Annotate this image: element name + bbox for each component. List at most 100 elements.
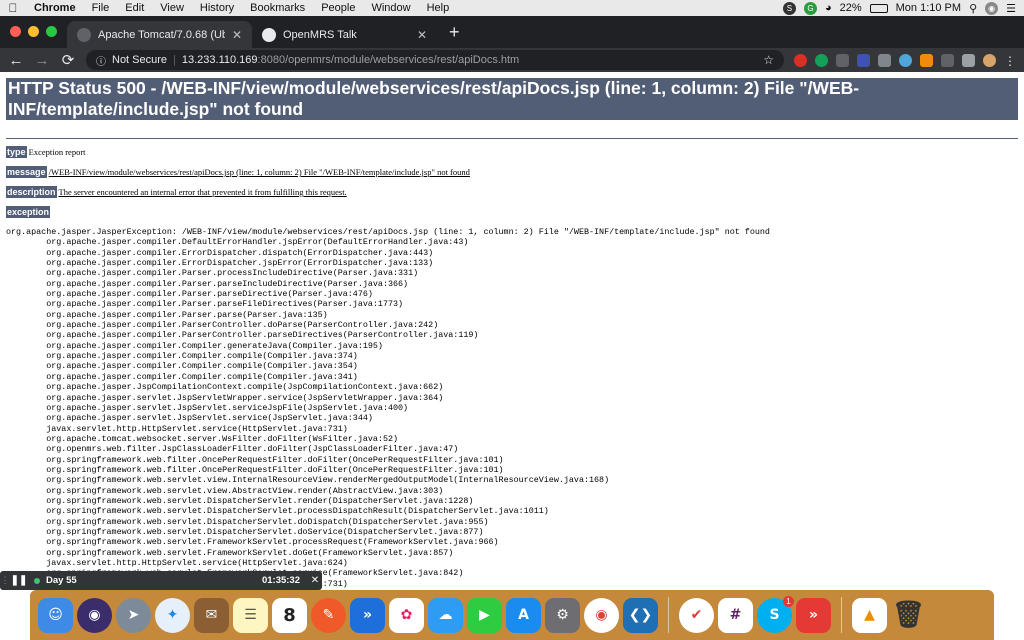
skype-dock-item[interactable]: S 1 [757, 595, 794, 633]
photos-icon[interactable]: ✿ [389, 597, 424, 633]
dock-separator [841, 597, 842, 633]
wifi-icon[interactable]: ◕ [825, 2, 832, 14]
address-divider: | [173, 54, 176, 66]
page-title: HTTP Status 500 - /WEB-INF/view/module/w… [6, 78, 1018, 120]
dock-separator [668, 597, 669, 633]
screenshot-extension-icon[interactable] [962, 53, 975, 67]
profile-avatar[interactable] [983, 53, 996, 67]
description-row: description The server encountered an in… [6, 186, 1018, 198]
chrome-icon[interactable]: ◉ [584, 597, 619, 633]
forward-arrow-icon[interactable]: → [34, 52, 50, 69]
vlc-document-icon[interactable]: ▲ [852, 597, 887, 633]
safari-icon[interactable]: ✦ [155, 597, 190, 633]
close-tab-icon[interactable]: ✕ [417, 28, 427, 42]
spotlight-search-icon[interactable]: ⚲ [969, 2, 977, 15]
page-content: HTTP Status 500 - /WEB-INF/view/module/w… [0, 72, 1024, 590]
close-icon[interactable]: ✕ [308, 575, 322, 586]
timer-elapsed: 01:35:32 [261, 575, 300, 586]
slack-icon[interactable]: # [718, 597, 753, 633]
exception-row: exception [6, 206, 1018, 218]
pen-app-icon[interactable]: ✎ [311, 597, 346, 633]
menu-file[interactable]: File [84, 0, 118, 16]
security-label[interactable]: Not Secure [112, 54, 167, 66]
messages-icon[interactable]: ☁ [428, 597, 463, 633]
type-label: type [6, 146, 27, 158]
vscode-icon[interactable]: ❮❯ [623, 597, 658, 633]
url-path: :8080/openmrs/module/webservices/rest/ap… [257, 54, 520, 66]
chrome-tab-strip: Apache Tomcat/7.0.68 (Ubuntu ✕ OpenMRS T… [0, 16, 1024, 48]
apple-menu-icon[interactable]:  [0, 1, 26, 15]
menu-view[interactable]: View [152, 0, 192, 16]
anydesk-icon[interactable]: » [796, 597, 831, 633]
siri-app-icon[interactable]: ◉ [77, 597, 112, 633]
tab-label: Apache Tomcat/7.0.68 (Ubuntu [98, 28, 225, 41]
facetime-icon[interactable]: ▶ [467, 597, 502, 633]
stack-trace: org.apache.jasper.JasperException: /WEB-… [6, 227, 770, 590]
grammarly-extension-icon[interactable] [815, 53, 828, 67]
menu-history[interactable]: History [192, 0, 242, 16]
url-host: 13.233.110.169 [181, 54, 258, 66]
divider [6, 138, 1018, 139]
calendar-day: 8 [283, 604, 296, 626]
tab-openmrs-talk[interactable]: OpenMRS Talk ✕ [252, 21, 437, 48]
bookmark-star-icon[interactable]: ☆ [763, 53, 774, 67]
extension-red-icon[interactable] [794, 53, 807, 67]
menu-bookmarks[interactable]: Bookmarks [242, 0, 313, 16]
menu-people[interactable]: People [313, 0, 363, 16]
extension-grey-icon[interactable] [836, 53, 849, 67]
minimize-window-button[interactable] [28, 26, 39, 37]
tab-label: OpenMRS Talk [283, 28, 357, 41]
battery-percent[interactable]: 22% [840, 2, 862, 14]
close-window-button[interactable] [10, 26, 21, 37]
system-preferences-icon[interactable]: ⚙ [545, 597, 580, 633]
reload-icon[interactable]: ⟳ [60, 51, 76, 69]
extension-orange-icon[interactable] [920, 53, 933, 67]
todo-app-icon[interactable]: ✔ [679, 597, 714, 633]
message-label: message [6, 166, 47, 178]
fast-forward-app-icon[interactable]: » [350, 597, 385, 633]
chrome-toolbar: ← → ⟳ ⓘ Not Secure | 13.233.110.169:8080… [0, 48, 1024, 72]
globe-icon [77, 27, 91, 42]
zotero-extension-icon[interactable] [857, 53, 870, 67]
macos-menubar:  Chrome File Edit View History Bookmark… [0, 0, 1024, 16]
openmrs-favicon-icon [262, 27, 276, 42]
exception-label: exception [6, 206, 51, 218]
extensions-area: ⋮ [794, 53, 1016, 68]
app-store-icon[interactable]: A [506, 597, 541, 633]
recording-dot [34, 577, 40, 584]
zoom-window-button[interactable] [46, 26, 57, 37]
message-value: /WEB-INF/view/module/webservices/rest/ap… [48, 167, 470, 177]
pause-icon[interactable]: ❚❚ [10, 575, 28, 586]
drag-handle-icon[interactable]: ⋮ [0, 575, 10, 586]
notes-icon[interactable]: ☰ [233, 597, 268, 633]
siri-icon[interactable]: ◉ [985, 1, 999, 15]
new-tab-button[interactable]: + [437, 22, 472, 48]
clock[interactable]: Mon 1:10 PM [896, 2, 961, 14]
chrome-menu-icon[interactable]: ⋮ [1004, 54, 1016, 68]
extension-gear-icon[interactable] [941, 53, 954, 67]
extension-window-icon[interactable] [878, 53, 891, 67]
menu-edit[interactable]: Edit [117, 0, 152, 16]
finder-icon[interactable]: ☺ [38, 597, 73, 633]
battery-icon[interactable] [869, 3, 888, 13]
timer-widget[interactable]: ⋮ ❚❚ Day 55 01:35:32 ✕ [0, 571, 322, 590]
menu-app-chrome[interactable]: Chrome [26, 0, 84, 16]
close-tab-icon[interactable]: ✕ [232, 28, 242, 42]
macos-dock: ☺ ◉ ➤ ✦ ✉ ☰ 8 ✎ » ✿ ☁ ▶ A ⚙ ◉ ❮❯ ✔ # S 1… [30, 590, 994, 640]
back-arrow-icon[interactable]: ← [8, 52, 24, 69]
window-controls [0, 26, 67, 48]
menu-help[interactable]: Help [419, 0, 458, 16]
trash-icon[interactable]: 🗑 [891, 598, 926, 633]
menu-window[interactable]: Window [363, 0, 418, 16]
grammarly-status-icon[interactable]: G [803, 1, 817, 15]
address-bar[interactable]: ⓘ Not Secure | 13.233.110.169:8080/openm… [86, 50, 784, 70]
calendar-icon[interactable]: 8 [272, 597, 307, 633]
launchpad-icon[interactable]: ➤ [116, 597, 151, 633]
notification-center-icon[interactable]: ☰ [1006, 2, 1016, 15]
contacts-icon[interactable]: ✉ [194, 597, 229, 633]
react-devtools-icon[interactable] [899, 53, 912, 67]
skype-status-icon[interactable]: S [782, 1, 796, 15]
type-value: Exception report [28, 147, 86, 157]
info-icon[interactable]: ⓘ [96, 53, 106, 68]
tab-apache-tomcat[interactable]: Apache Tomcat/7.0.68 (Ubuntu ✕ [67, 21, 252, 48]
